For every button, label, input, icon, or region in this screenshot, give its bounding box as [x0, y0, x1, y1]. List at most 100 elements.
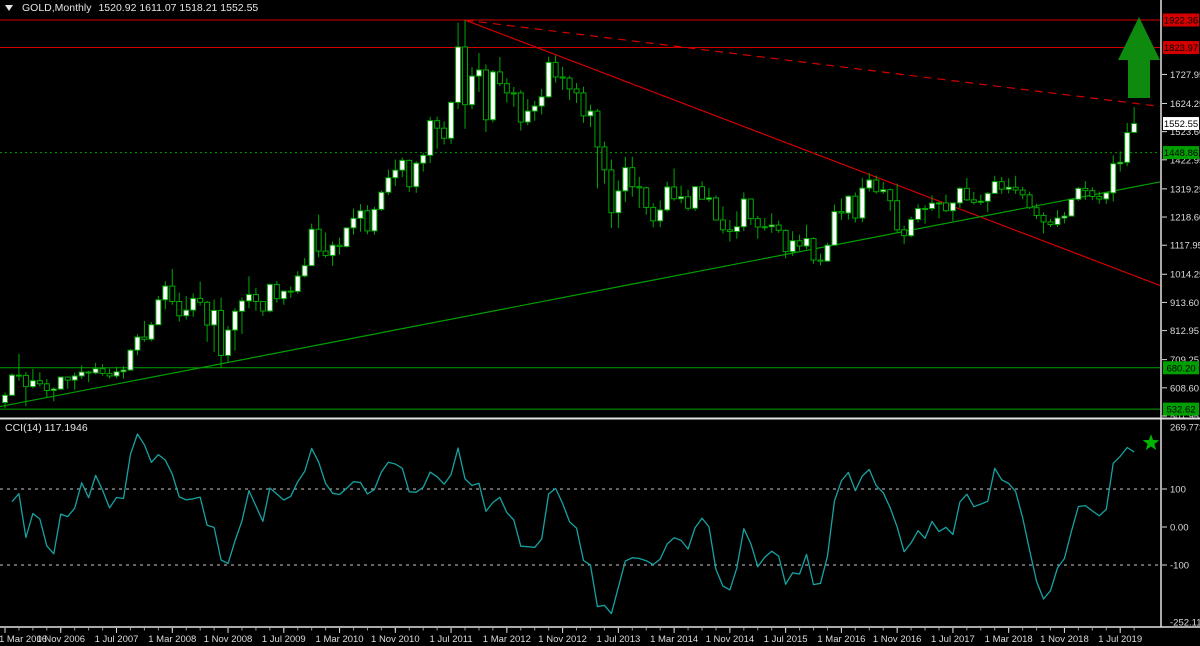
candle-body — [769, 225, 774, 227]
candle-body — [999, 182, 1004, 190]
candle-body — [330, 245, 335, 255]
candle-body — [1111, 164, 1116, 193]
candle-body — [9, 375, 14, 395]
cci-indicator-label: CCI(14) 117.1946 — [5, 422, 88, 434]
candle-body — [1104, 193, 1109, 199]
candle-body — [1027, 195, 1032, 208]
candle-body — [595, 111, 600, 147]
candle-body — [435, 121, 440, 129]
cci-tick-label: -252.1117 — [1170, 618, 1200, 629]
candle-body — [233, 311, 238, 330]
time-tick-label: 1 Jul 2007 — [95, 634, 139, 645]
candle-body — [511, 93, 516, 94]
candle-body — [170, 286, 175, 301]
candle-body — [149, 325, 154, 340]
candle-body — [156, 300, 161, 325]
cci-tick-label: 100 — [1170, 485, 1186, 496]
candle-body — [923, 209, 928, 210]
candle-body — [797, 241, 802, 246]
candle-body — [532, 106, 537, 111]
candle-body — [184, 310, 189, 316]
candle-body — [1090, 191, 1095, 197]
candle-body — [602, 147, 607, 170]
candle-body — [741, 199, 746, 227]
candle-body — [874, 180, 879, 192]
candle-body — [1013, 187, 1018, 190]
candle-body — [302, 266, 307, 276]
candle-body — [665, 187, 670, 210]
time-tick-label: 1 Jul 2009 — [262, 634, 306, 645]
candle-body — [1083, 188, 1088, 190]
candle-body — [469, 76, 474, 105]
candle-body — [1069, 199, 1074, 216]
candle-body — [400, 160, 405, 170]
candle-body — [623, 168, 628, 191]
candle-body — [950, 203, 955, 211]
time-tick-label: 1 Jul 2011 — [430, 634, 473, 645]
price-tag-label: 680.20 — [1166, 363, 1195, 374]
candle-body — [916, 209, 921, 220]
candle-body — [790, 241, 795, 252]
candle-body — [762, 227, 767, 228]
candle-body — [72, 376, 77, 380]
candle-body — [776, 225, 781, 230]
candle-body — [985, 193, 990, 201]
candle-body — [1055, 218, 1060, 224]
candle-body — [219, 310, 224, 355]
candle-body — [825, 245, 830, 261]
chart-window: 1727.951624.251523.601422.951319.251218.… — [0, 0, 1200, 646]
candle-body — [964, 188, 969, 199]
candle-body — [504, 84, 509, 93]
candle-body — [706, 198, 711, 199]
candle-body — [553, 62, 558, 77]
candle-body — [546, 62, 551, 96]
candle-body — [720, 220, 725, 230]
candle-body — [428, 121, 433, 156]
candle-body — [672, 187, 677, 199]
candle-body — [65, 377, 70, 380]
cci-tick-label: 269.773 — [1170, 423, 1200, 434]
price-tick-label: 812.95 — [1170, 326, 1199, 337]
candle-body — [846, 196, 851, 213]
candle-body — [86, 372, 91, 373]
candle-body — [658, 210, 663, 221]
candle-body — [839, 212, 844, 213]
candle-body — [456, 47, 461, 102]
candle-body — [323, 251, 328, 255]
candle-body — [246, 294, 251, 300]
candle-body — [449, 102, 454, 138]
price-tag-label: 532.62 — [1166, 405, 1195, 416]
cci-tick-label: -100 — [1170, 561, 1189, 572]
time-tick-label: 1 Mar 2010 — [316, 634, 364, 645]
candle-body — [518, 93, 523, 122]
candle-body — [651, 207, 656, 220]
candle-body — [567, 78, 572, 89]
candle-body — [483, 70, 488, 120]
candle-body — [930, 203, 935, 208]
price-tag-label: 1922.36 — [1164, 16, 1198, 27]
symbol-dropdown-triangle-icon[interactable] — [5, 5, 13, 11]
candle-body — [1041, 216, 1046, 222]
candle-body — [748, 199, 753, 219]
candle-body — [281, 291, 286, 299]
candle-body — [832, 212, 837, 246]
candle-body — [1076, 188, 1081, 199]
price-tick-label: 608.60 — [1170, 383, 1199, 394]
candle-body — [295, 276, 300, 291]
candle-body — [198, 298, 203, 302]
candle-body — [1034, 208, 1039, 216]
chart-svg[interactable]: 1727.951624.251523.601422.951319.251218.… — [0, 0, 1200, 646]
candle-body — [686, 197, 691, 208]
candle-body — [957, 188, 962, 203]
price-tick-label: 1218.60 — [1170, 213, 1200, 224]
price-tick-label: 1014.25 — [1170, 270, 1200, 281]
time-tick-label: 1 Jul 2013 — [596, 634, 640, 645]
price-tag-label: 1552.55 — [1164, 119, 1198, 130]
price-tick-label: 1624.25 — [1170, 99, 1200, 110]
time-tick-label: 1 Nov 2014 — [706, 634, 755, 645]
candle-body — [442, 128, 447, 138]
price-tick-label: 913.60 — [1170, 298, 1199, 309]
time-tick-label: 1 Nov 2008 — [204, 634, 253, 645]
candle-body — [978, 201, 983, 202]
candle-body — [239, 301, 244, 311]
